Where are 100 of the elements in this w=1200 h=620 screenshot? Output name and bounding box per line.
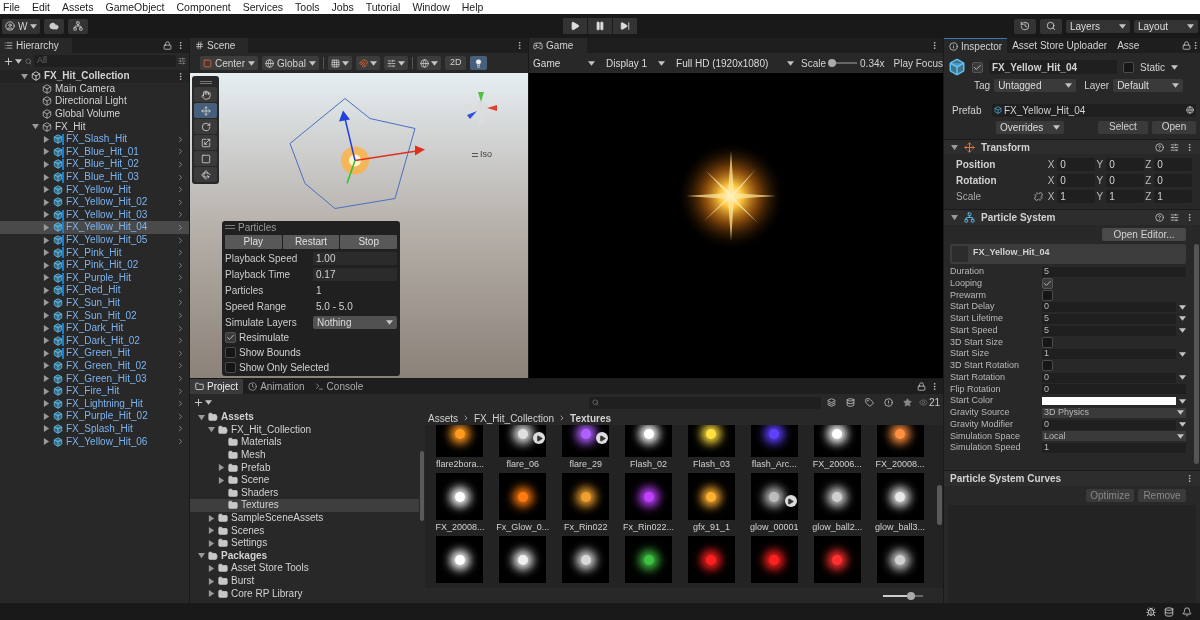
property-field[interactable]: 0 <box>1042 419 1176 430</box>
panel-tab[interactable]: Console <box>309 379 369 394</box>
hierarchy-item[interactable]: FX_Yellow_Hit_02 <box>0 195 189 209</box>
folder-item[interactable]: Burst <box>190 574 419 588</box>
folder-item[interactable]: FX_Hit_Collection <box>190 423 419 437</box>
property-field[interactable]: 5 <box>1042 313 1176 324</box>
account-button[interactable]: W <box>2 18 41 34</box>
menu-item[interactable]: Window <box>412 1 450 13</box>
hierarchy-item[interactable]: FX_Green_Hit <box>0 347 189 360</box>
hierarchy-item[interactable]: FX_Sun_Hit_02 <box>0 309 189 322</box>
property-field[interactable]: 1 <box>1042 443 1186 454</box>
menu-item[interactable]: Jobs <box>331 1 354 13</box>
folder-item[interactable]: SampleSceneAssets <box>190 511 419 525</box>
overrides-dropdown[interactable]: Overrides <box>996 120 1064 134</box>
folder-item[interactable]: Scene <box>190 473 419 487</box>
overlay-dropdown[interactable]: Nothing <box>313 315 397 329</box>
hierarchy-item[interactable]: Directional Light <box>0 95 189 108</box>
name-field[interactable]: FX_Yellow_Hit_04 <box>989 60 1117 74</box>
hierarchy-item[interactable]: FX_Yellow_Hit <box>0 183 189 196</box>
game-tab[interactable]: Game <box>529 38 588 53</box>
layout-dropdown[interactable]: Layout <box>1134 19 1198 33</box>
hierarchy-item[interactable]: FX_Yellow_Hit_04 <box>0 221 189 234</box>
folder-item[interactable]: Core RP Library <box>190 587 419 600</box>
folder-item[interactable]: Settings <box>190 536 419 550</box>
inspector-tab[interactable]: Asset Store Uploader <box>1007 38 1113 53</box>
menu-item[interactable]: Component <box>176 1 231 13</box>
folder-item[interactable]: Mesh <box>190 448 419 462</box>
folder-item[interactable]: Assets <box>190 411 419 424</box>
folder-item[interactable]: Scenes <box>190 524 419 537</box>
menu-item[interactable]: Assets <box>62 1 94 13</box>
projection-label[interactable]: Iso <box>472 148 492 162</box>
hierarchy-item[interactable]: FX_Yellow_Hit_03 <box>0 208 189 222</box>
select-button[interactable]: Select <box>1098 120 1148 134</box>
hierarchy-item[interactable]: FX_Yellow_Hit_06 <box>0 435 189 448</box>
panel-tab[interactable]: Project <box>190 379 244 394</box>
prefab-field[interactable]: FX_Yellow_Hit_04 <box>992 103 1196 117</box>
hierarchy-item[interactable]: FX_Pink_Hit <box>0 246 189 259</box>
hierarchy-item[interactable]: FX_Pink_Hit_02 <box>0 258 189 272</box>
menu-item[interactable]: Tools <box>295 1 320 13</box>
space-dropdown[interactable]: Global <box>262 56 319 70</box>
menu-item[interactable]: Services <box>242 1 284 13</box>
hierarchy-item[interactable]: FX_Slash_Hit <box>0 132 189 146</box>
hierarchy-item[interactable]: Main Camera <box>0 82 189 96</box>
menu-item[interactable]: File <box>3 1 20 13</box>
property-field[interactable]: 0 <box>1042 302 1176 313</box>
pivot-dropdown[interactable]: Center <box>200 56 258 70</box>
folder-item[interactable]: Materials <box>190 436 419 449</box>
hierarchy-item[interactable]: FX_Hit_Collection <box>0 70 189 83</box>
number-field[interactable]: 0 <box>1057 173 1096 187</box>
hierarchy-item[interactable]: FX_Green_Hit_03 <box>0 372 189 385</box>
hierarchy-item[interactable]: FX_Blue_Hit_02 <box>0 158 189 171</box>
menu-item[interactable]: Tutorial <box>365 1 401 13</box>
breadcrumb-item[interactable]: Assets <box>428 410 458 426</box>
number-field[interactable]: 1 <box>1106 189 1145 203</box>
hierarchy-item[interactable]: Global Volume <box>0 107 189 121</box>
hierarchy-item[interactable]: FX_Hit <box>0 120 189 133</box>
hierarchy-tab[interactable]: Hierarchy <box>0 38 72 53</box>
hierarchy-item[interactable]: FX_Purple_Hit <box>0 271 189 285</box>
inspector-tab[interactable]: Asse <box>1112 38 1145 53</box>
menu-item[interactable]: Edit <box>31 1 50 13</box>
layer-dropdown[interactable]: Default <box>1113 78 1184 92</box>
hierarchy-item[interactable]: FX_Blue_Hit_03 <box>0 170 189 184</box>
breadcrumb-item[interactable]: FX_Hit_Collection <box>474 410 555 426</box>
number-field[interactable]: 0 <box>1106 157 1145 171</box>
overlay-button[interactable]: Stop <box>340 235 397 249</box>
tag-dropdown[interactable]: Untagged <box>994 78 1077 92</box>
hierarchy-item[interactable]: FX_Sun_Hit <box>0 296 189 310</box>
property-field[interactable]: 0 <box>1042 384 1186 395</box>
open-button[interactable]: Open <box>1152 120 1196 134</box>
overlay-value-field[interactable]: 0.17 <box>313 267 397 281</box>
folder-item[interactable]: Packages <box>190 549 419 563</box>
property-dropdown[interactable]: 3D Physics <box>1042 407 1186 418</box>
scene-tab[interactable]: Scene <box>190 38 248 53</box>
hierarchy-item[interactable]: FX_Red_Hit <box>0 284 189 297</box>
number-field[interactable]: 0 <box>1154 157 1193 171</box>
hierarchy-item[interactable]: FX_Dark_Hit_02 <box>0 334 189 348</box>
hierarchy-item[interactable]: FX_Dark_Hit <box>0 321 189 335</box>
search-field[interactable]: All <box>34 55 176 67</box>
hierarchy-item[interactable]: FX_Blue_Hit_01 <box>0 145 189 159</box>
hierarchy-item[interactable]: FX_Green_Hit_02 <box>0 359 189 373</box>
hierarchy-item[interactable]: FX_Fire_Hit <box>0 384 189 398</box>
number-field[interactable]: 1 <box>1154 189 1193 203</box>
2d-toggle[interactable]: 2D <box>444 56 467 70</box>
breadcrumb-item[interactable]: Textures <box>570 410 611 426</box>
number-field[interactable]: 0 <box>1057 157 1096 171</box>
menu-item[interactable]: Help <box>461 1 484 13</box>
property-dropdown[interactable]: Local <box>1042 431 1186 442</box>
open-editor-button[interactable]: Open Editor... <box>1102 228 1186 241</box>
module-header[interactable]: FX_Yellow_Hit_04 <box>950 244 1186 264</box>
hierarchy-item[interactable]: FX_Purple_Hit_02 <box>0 410 189 423</box>
play-focus-dropdown[interactable]: Play Focus <box>887 55 943 71</box>
hierarchy-item[interactable]: FX_Splash_Hit <box>0 422 189 436</box>
hierarchy-item[interactable]: FX_Yellow_Hit_05 <box>0 233 189 247</box>
folder-item[interactable]: Prefab <box>190 461 419 474</box>
layers-dropdown[interactable]: Layers <box>1066 19 1130 33</box>
overlay-button[interactable]: Restart <box>282 235 340 249</box>
overlay-button[interactable]: Play <box>225 235 282 249</box>
property-field[interactable]: 0 <box>1042 372 1176 383</box>
inspector-tab[interactable]: Inspector <box>944 38 1008 53</box>
overlay-value-field[interactable]: 1.00 <box>313 251 397 265</box>
